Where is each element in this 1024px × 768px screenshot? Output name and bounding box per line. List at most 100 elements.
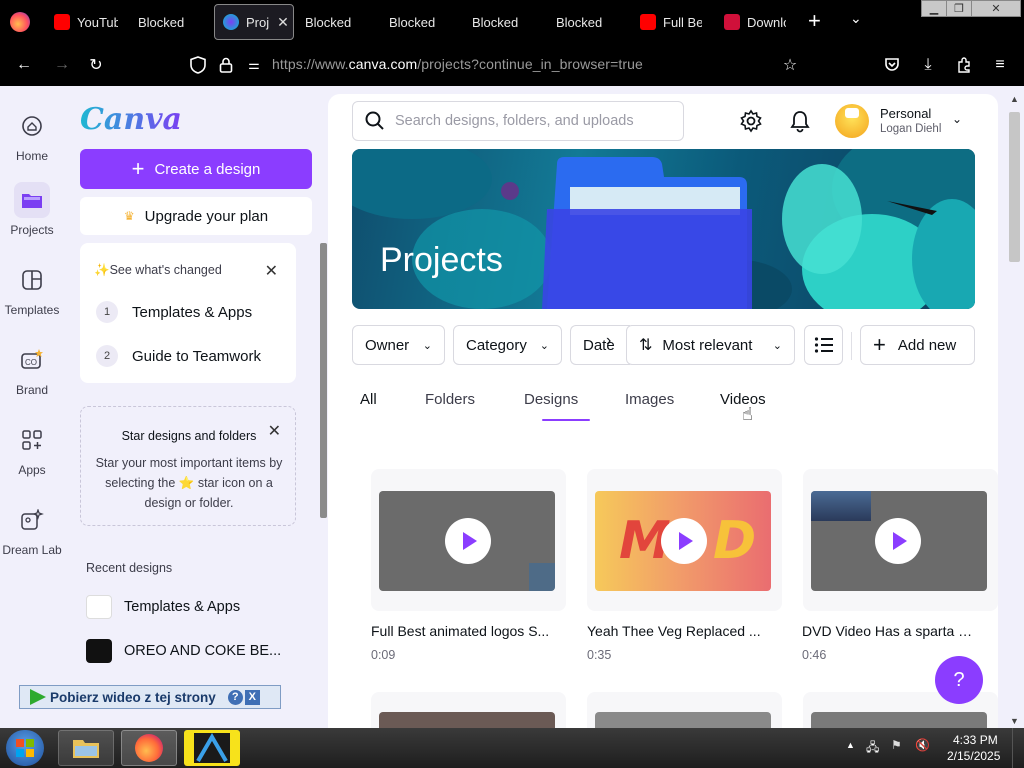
tab-blocked-5[interactable]: Blocked bbox=[556, 4, 616, 40]
help-button[interactable]: ? bbox=[935, 656, 983, 704]
create-design-button[interactable]: + Create a design bbox=[80, 149, 312, 189]
play-icon[interactable] bbox=[445, 518, 491, 564]
taskbar-firefox[interactable] bbox=[121, 730, 177, 766]
back-arrow-icon[interactable]: ← bbox=[14, 55, 34, 75]
owner-filter[interactable]: Owner ⌄ bbox=[352, 325, 445, 365]
close-icon[interactable]: ✕ bbox=[265, 261, 278, 281]
rail-dream-lab[interactable]: Dream Lab bbox=[0, 502, 64, 557]
whats-changed-item[interactable]: 1 Templates & Apps bbox=[96, 301, 252, 323]
show-desktop-button[interactable] bbox=[1012, 728, 1024, 768]
date-filter[interactable]: Date bbox=[570, 325, 630, 365]
tracking-shield-icon[interactable] bbox=[188, 55, 208, 75]
reload-icon[interactable]: ↻ bbox=[86, 55, 106, 75]
close-window-button[interactable]: ✕ bbox=[971, 0, 1021, 17]
settings-gear-icon[interactable] bbox=[738, 108, 764, 134]
add-new-button[interactable]: + Add new bbox=[860, 325, 975, 365]
tab-blocked-4[interactable]: Blocked bbox=[472, 4, 532, 40]
search-input[interactable]: Search designs, folders, and uploads bbox=[352, 101, 684, 141]
rail-brand[interactable]: CO Brand bbox=[0, 342, 64, 397]
browser-tab-bar: YouTub Blocked Proj ✕ Blocked Blocked Bl… bbox=[0, 0, 1024, 44]
video-title[interactable]: Yeah Thee Veg Replaced ... bbox=[587, 623, 777, 639]
video-thumbnail: M D bbox=[595, 491, 771, 591]
tab-folders[interactable]: Folders bbox=[425, 391, 475, 408]
tab-blocked-3[interactable]: Blocked bbox=[389, 4, 449, 40]
permissions-icon[interactable]: ⚌ bbox=[244, 55, 264, 75]
scroll-up-icon[interactable]: ▲ bbox=[1010, 94, 1019, 104]
video-card[interactable] bbox=[371, 692, 566, 728]
search-icon bbox=[365, 111, 384, 130]
tab-youtube[interactable]: YouTub bbox=[54, 4, 118, 40]
toolbar-divider bbox=[851, 332, 852, 360]
clock-date[interactable]: 2/15/2025 bbox=[947, 749, 1000, 763]
account-chevron-down-icon[interactable]: ⌄ bbox=[952, 112, 962, 126]
start-button[interactable] bbox=[6, 730, 44, 766]
firefox-menu-icon[interactable] bbox=[10, 12, 30, 32]
minimize-button[interactable]: ▁ bbox=[921, 0, 947, 17]
close-tab-icon[interactable]: ✕ bbox=[277, 14, 289, 31]
show-hidden-icons[interactable]: ▲ bbox=[846, 740, 855, 750]
rail-projects[interactable]: Projects bbox=[0, 182, 64, 237]
network-icon[interactable]: 🖧 bbox=[866, 738, 879, 759]
whats-changed-item[interactable]: 2 Guide to Teamwork bbox=[96, 345, 261, 367]
list-view-toggle[interactable] bbox=[804, 325, 843, 365]
tab-full-best[interactable]: Full Bes bbox=[640, 4, 702, 40]
video-card[interactable] bbox=[803, 469, 998, 611]
downloads-icon[interactable]: ⤓ bbox=[918, 55, 938, 75]
extensions-icon[interactable] bbox=[954, 55, 974, 75]
close-icon[interactable]: X bbox=[244, 689, 260, 705]
tab-images[interactable]: Images bbox=[625, 391, 674, 408]
video-duration: 0:35 bbox=[587, 648, 612, 662]
clock-time[interactable]: 4:33 PM bbox=[953, 733, 998, 747]
taskbar-app-3[interactable] bbox=[184, 730, 240, 766]
category-filter[interactable]: Category ⌄ bbox=[453, 325, 562, 365]
rail-home[interactable]: Home bbox=[0, 108, 64, 163]
new-tab-button[interactable]: + bbox=[808, 8, 821, 34]
video-card[interactable] bbox=[371, 469, 566, 611]
address-bar[interactable]: https://www.canva.com/projects?continue_… bbox=[272, 56, 643, 72]
play-icon[interactable] bbox=[661, 518, 707, 564]
video-card[interactable]: M D bbox=[587, 469, 782, 611]
video-thumbnail bbox=[379, 491, 555, 591]
scroll-filters-right-icon[interactable]: › bbox=[606, 332, 611, 350]
sidebar-scrollbar[interactable] bbox=[320, 243, 327, 518]
video-title[interactable]: DVD Video Has a sparta g... bbox=[802, 623, 977, 639]
action-center-icon[interactable]: ⚑ bbox=[891, 738, 902, 752]
sort-dropdown[interactable]: ⇅ Most relevant ⌄ bbox=[626, 325, 795, 365]
tab-download[interactable]: Downlo bbox=[724, 4, 786, 40]
tab-projects[interactable]: Proj ✕ bbox=[214, 4, 294, 40]
bookmark-star-icon[interactable]: ☆ bbox=[780, 55, 800, 75]
volume-muted-icon[interactable]: 🔇 bbox=[915, 738, 930, 752]
video-card[interactable] bbox=[587, 692, 782, 728]
pocket-icon[interactable] bbox=[882, 55, 902, 75]
lock-icon[interactable] bbox=[216, 55, 236, 75]
rail-templates[interactable]: Templates bbox=[0, 262, 64, 317]
page-scrollbar[interactable]: ▲ ▼ bbox=[1006, 94, 1024, 728]
video-title[interactable]: Full Best animated logos S... bbox=[371, 623, 561, 639]
hamburger-menu-icon[interactable]: ≡ bbox=[990, 55, 1010, 75]
account-name[interactable]: Logan Diehl bbox=[880, 123, 941, 135]
tab-list-chevron-icon[interactable]: ⌄ bbox=[850, 10, 862, 27]
tab-blocked-1[interactable]: Blocked bbox=[138, 4, 198, 40]
forward-arrow-icon[interactable]: → bbox=[52, 55, 72, 75]
taskbar-file-explorer[interactable] bbox=[58, 730, 114, 766]
page-scrollbar-thumb[interactable] bbox=[1009, 112, 1020, 262]
tab-all[interactable]: All bbox=[360, 391, 377, 408]
brand-icon: CO bbox=[14, 342, 50, 378]
tab-blocked-2[interactable]: Blocked bbox=[305, 4, 365, 40]
account-type[interactable]: Personal bbox=[880, 106, 931, 121]
help-icon[interactable]: ? bbox=[227, 689, 243, 705]
canva-logo[interactable]: Canva bbox=[80, 102, 182, 137]
notification-bell-icon[interactable] bbox=[787, 108, 813, 134]
download-video-extension-bar[interactable]: Pobierz wideo z tej strony ? X bbox=[19, 685, 281, 709]
upgrade-plan-button[interactable]: ♛ Upgrade your plan bbox=[80, 197, 312, 235]
recent-design-item[interactable]: OREO AND COKE BE... bbox=[86, 639, 281, 663]
rail-apps[interactable]: Apps bbox=[0, 422, 64, 477]
maximize-button[interactable]: ❐ bbox=[946, 0, 972, 17]
templates-icon bbox=[14, 262, 50, 298]
tab-designs[interactable]: Designs bbox=[524, 391, 578, 408]
recent-design-item[interactable]: Templates & Apps bbox=[86, 595, 240, 619]
scroll-down-icon[interactable]: ▼ bbox=[1010, 716, 1019, 726]
video-thumbnail bbox=[811, 491, 987, 591]
avatar[interactable] bbox=[835, 104, 869, 138]
play-icon[interactable] bbox=[875, 518, 921, 564]
